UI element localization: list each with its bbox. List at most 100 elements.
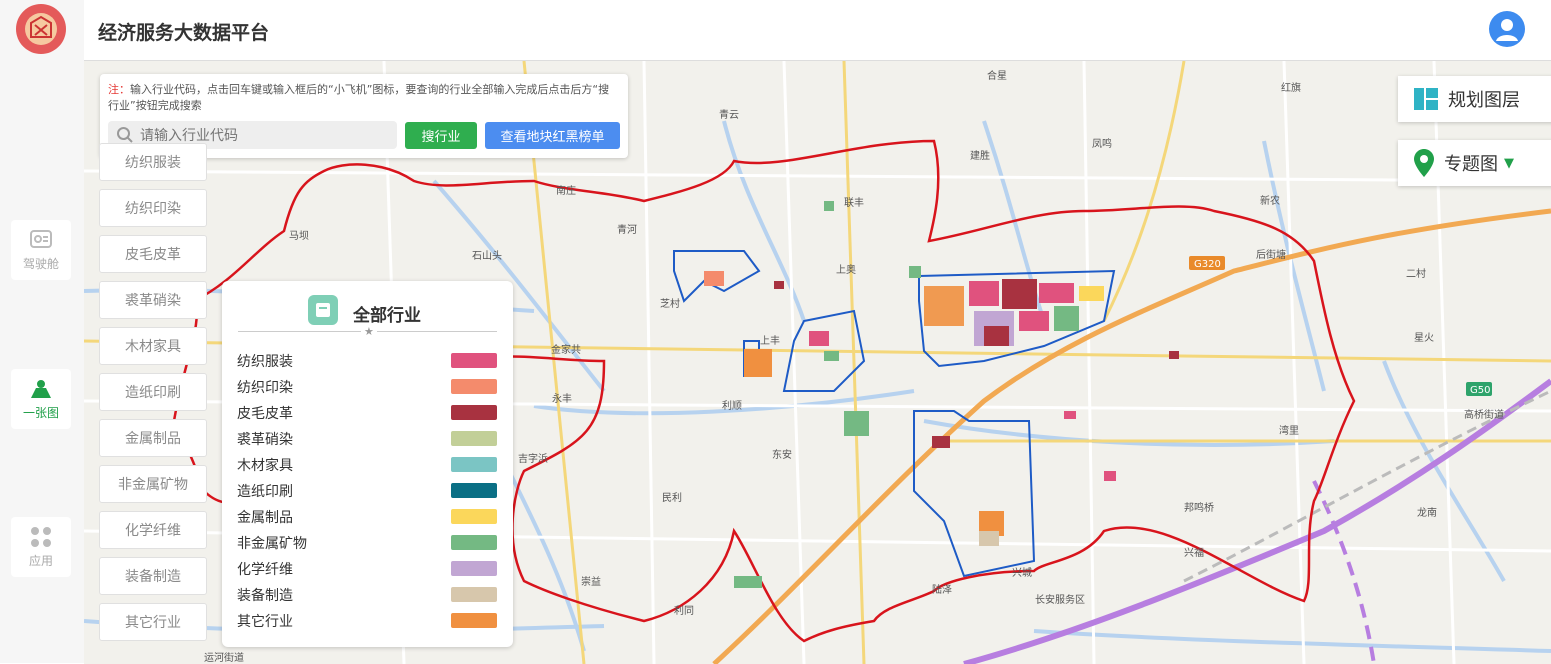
left-rail: 驾驶舱 一张图 应用 [0,0,84,663]
map-label: 龙南 [1417,506,1437,519]
map-label: 二村 [1406,267,1426,280]
rail-item-label: 应用 [28,553,53,568]
legend-swatch [451,431,497,446]
search-icon [117,127,133,143]
map-label: 金家共 [551,343,581,356]
expressway-g50 [963,378,1551,664]
dashboard-icon [30,229,52,248]
industry-button-textile-apparel[interactable]: 纺织服装 [99,143,207,181]
map-label: 芝村 [660,297,680,310]
legend-swatch [451,587,497,602]
map-label: 红旗 [1281,81,1301,94]
highway-shield: G320 [1194,259,1221,270]
legend-swatch [451,613,497,628]
map-label: 民利 [662,492,682,504]
map-label: 凤鸣 [1092,137,1112,150]
industry-button-paper-printing[interactable]: 造纸印刷 [99,373,207,411]
industry-button-equipment[interactable]: 装备制造 [99,557,207,595]
industry-legend-icon [308,295,338,325]
thematic-map-label: 专题图 [1444,154,1498,175]
legend-item-label: 皮毛皮革 [237,406,293,422]
planning-layers-label: 规划图层 [1448,90,1520,111]
legend-swatch [451,535,497,550]
layers-grid-icon [1414,88,1438,110]
search-note: 注：输入行业代码，点击回车键或输入框后的“小飞机”图标，要查询的行业全部输入完成… [108,82,620,114]
map-label: 利顺 [722,400,742,412]
user-icon [1496,19,1518,41]
top-header: 经济服务大数据平台 [84,0,1551,60]
user-avatar[interactable] [1489,11,1525,47]
legend-item-label: 纺织印染 [237,380,293,396]
legend-item: 皮毛皮革 [237,403,497,423]
app-title: 经济服务大数据平台 [98,22,270,44]
legend-item-label: 木材家具 [237,458,293,474]
legend-item: 装备制造 [237,585,497,605]
industry-button-nonmetal-minerals[interactable]: 非金属矿物 [99,465,207,503]
legend-item: 纺织服装 [237,351,497,371]
legend-item-label: 装备制造 [237,588,293,604]
industry-button-fur-leather[interactable]: 皮毛皮革 [99,235,207,273]
map-label: 利同 [674,605,694,617]
map-label: 陆泽 [932,583,952,596]
map-label: 青河 [617,223,637,236]
map-label: 南庄 [556,184,576,197]
legend-item-label: 裘革硝染 [237,432,293,448]
rail-item-label: 驾驶舱 [22,256,59,271]
legend-item: 木材家具 [237,455,497,475]
highway-shield: G50 [1470,385,1490,396]
legend-item: 金属制品 [237,507,497,527]
map-label: 上丰 [760,334,780,347]
map-label: 兴城 [1012,567,1032,579]
legend-item-label: 纺织服装 [237,354,293,370]
map-label: 东安 [772,448,792,461]
rail-item-label: 一张图 [22,405,59,420]
legend-item-label: 造纸印刷 [237,484,293,500]
industry-button-metal-products[interactable]: 金属制品 [99,419,207,457]
legend-item: 裘革硝染 [237,429,497,449]
legend-swatch [451,353,497,368]
map-label: 星火 [1414,332,1434,344]
map-label: 湾里 [1279,424,1299,437]
legend-item: 造纸印刷 [237,481,497,501]
legend-item-label: 金属制品 [237,510,293,526]
legend-swatch [451,405,497,420]
map-label: 上奥 [836,263,856,276]
map-label: 石山头 [472,250,502,262]
map-label: 建胜 [970,149,990,162]
legend-swatch [451,509,497,524]
legend-swatch [451,457,497,472]
legend-swatch [451,483,497,498]
map-pin-icon [1414,149,1434,177]
rail-item-map[interactable]: 一张图 [11,369,71,429]
thematic-map-button[interactable]: 专题图 ▼ [1398,140,1551,186]
map-label: 兴福 [1184,546,1204,559]
rail-item-apps[interactable]: 应用 [11,517,71,577]
map-label: 后街塘 [1256,248,1286,261]
map-label: 运河街道 [204,651,244,664]
legend-swatch [451,379,497,394]
search-industry-button[interactable]: 搜行业 [405,122,477,149]
map-label: 吉字浜 [518,452,548,465]
app-logo [16,4,66,54]
map-label: 长安服务区 [1035,593,1085,606]
apps-grid-icon [31,526,51,547]
industry-button-other[interactable]: 其它行业 [99,603,207,641]
star-icon: ★ [361,325,377,338]
map-label: 新农 [1260,194,1280,207]
industry-button-textile-dyeing[interactable]: 纺织印染 [99,189,207,227]
legend-item: 其它行业 [237,611,497,631]
industry-button-wood-furniture[interactable]: 木材家具 [99,327,207,365]
industry-legend: 全部行业 ★ 纺织服装 纺织印染 皮毛皮革 裘革硝染 木材家具 造纸印刷 金属制… [222,281,513,647]
rail-item-cockpit[interactable]: 驾驶舱 [11,220,71,280]
map-icon [31,379,51,398]
map-label: 崇益 [581,575,601,588]
legend-item: 非金属矿物 [237,533,497,553]
industry-button-chemical-fiber[interactable]: 化学纤维 [99,511,207,549]
industry-button-leather-tanning[interactable]: 裘革硝染 [99,281,207,319]
map-label: 合星 [987,69,1007,82]
map-label: 马坝 [289,230,309,242]
view-blacklist-button[interactable]: 查看地块红黑榜单 [485,122,620,149]
planning-layers-button[interactable]: 规划图层 [1398,76,1551,122]
legend-item-label: 化学纤维 [237,562,293,578]
map-label: 高桥街道 [1464,408,1504,421]
